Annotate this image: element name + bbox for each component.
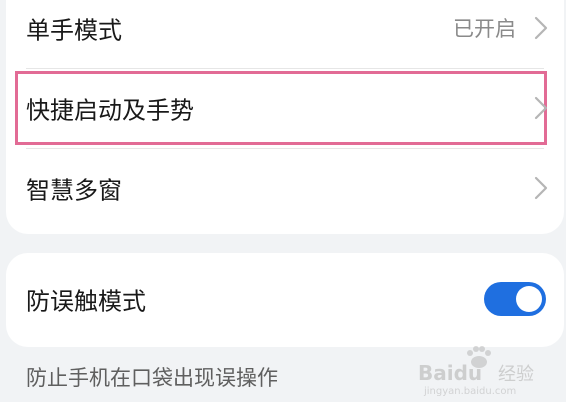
watermark-text: 经验	[498, 364, 534, 385]
setting-label: 智慧多窗	[26, 176, 122, 205]
setting-label: 快捷启动及手势	[26, 96, 194, 125]
setting-label: 单手模式	[26, 16, 122, 45]
settings-card-2: 防误触模式	[6, 253, 564, 347]
chevron-right-icon	[534, 16, 548, 40]
setting-one-handed-mode[interactable]: 单手模式 已开启	[6, 0, 564, 68]
setting-description: 防止手机在口袋出现误操作	[26, 366, 278, 390]
setting-value: 已开启	[453, 17, 516, 41]
setting-accidental-touch-mode: 防误触模式	[6, 259, 564, 339]
watermark-brand: Baidu	[418, 361, 482, 385]
settings-card-1: 单手模式 已开启 快捷启动及手势 智慧多窗	[6, 0, 564, 234]
watermark-sub: jingyan.baidu.com	[423, 386, 516, 396]
chevron-right-icon	[534, 96, 548, 120]
baidu-jingyan-watermark: Baidu 经验 jingyan.baidu.com	[418, 346, 534, 396]
chevron-right-icon	[534, 176, 548, 200]
setting-quick-launch-gestures[interactable]: 快捷启动及手势	[6, 68, 564, 148]
accidental-touch-toggle[interactable]	[484, 282, 546, 316]
setting-label: 防误触模式	[26, 287, 146, 316]
toggle-knob	[516, 286, 542, 312]
setting-smart-multi-window[interactable]: 智慧多窗	[6, 148, 564, 228]
